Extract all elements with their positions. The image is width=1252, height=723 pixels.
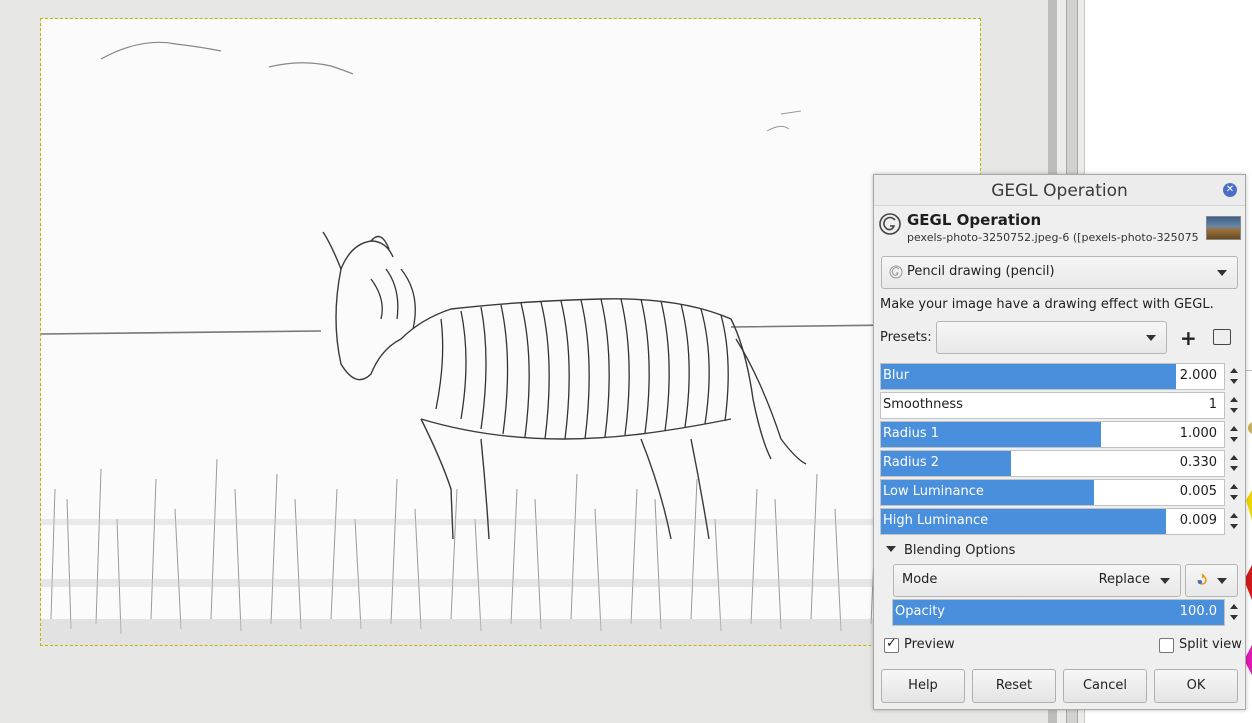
slider-label: High Luminance bbox=[883, 513, 989, 528]
dialog-header: GEGL Operation pexels-photo-3250752.jpeg… bbox=[874, 206, 1245, 252]
expander-arrow-icon bbox=[886, 546, 896, 552]
mode-value: Replace bbox=[1098, 572, 1150, 587]
composite-mode-dropdown[interactable] bbox=[1185, 564, 1238, 597]
mode-label: Mode bbox=[902, 572, 938, 587]
opacity-value: 100.0 bbox=[1179, 604, 1217, 619]
spin-up-icon[interactable] bbox=[1230, 604, 1238, 609]
blending-options-label: Blending Options bbox=[904, 543, 1016, 558]
help-button[interactable]: Help bbox=[881, 669, 965, 703]
spin-buttons[interactable] bbox=[1228, 451, 1240, 476]
add-preset-icon[interactable]: + bbox=[1180, 326, 1197, 350]
slider-high-luminance[interactable]: High Luminance 0.009 bbox=[880, 508, 1238, 535]
spin-down-icon[interactable] bbox=[1230, 495, 1238, 500]
slider-radius-2[interactable]: Radius 2 0.330 bbox=[880, 450, 1238, 477]
spin-down-icon[interactable] bbox=[1230, 615, 1238, 620]
spin-down-icon[interactable] bbox=[1230, 466, 1238, 471]
ok-button[interactable]: OK bbox=[1154, 669, 1238, 703]
preset-menu-icon[interactable] bbox=[1213, 329, 1231, 345]
cancel-button[interactable]: Cancel bbox=[1063, 669, 1147, 703]
header-image-name: pexels-photo-3250752.jpeg-6 ([pexels-pho… bbox=[907, 231, 1199, 244]
slider-label: Radius 1 bbox=[883, 426, 939, 441]
slider-value[interactable]: 1.000 bbox=[1180, 426, 1217, 441]
spin-up-icon[interactable] bbox=[1230, 368, 1238, 373]
opacity-label: Opacity bbox=[895, 604, 946, 619]
slider-value[interactable]: 0.005 bbox=[1180, 484, 1217, 499]
preview-label: Preview bbox=[904, 637, 955, 652]
spin-up-icon[interactable] bbox=[1230, 455, 1238, 460]
spin-up-icon[interactable] bbox=[1230, 484, 1238, 489]
spin-down-icon[interactable] bbox=[1230, 437, 1238, 442]
presets-label: Presets: bbox=[880, 330, 932, 345]
image-thumbnail bbox=[1206, 216, 1241, 240]
gegl-operation-dialog: GEGL Operation ✕ GEGL Operation pexels-p… bbox=[873, 174, 1246, 710]
gegl-small-icon bbox=[889, 265, 903, 279]
chevron-down-icon bbox=[1146, 334, 1156, 341]
dialog-title: GEGL Operation bbox=[991, 181, 1128, 201]
slider-low-luminance[interactable]: Low Luminance 0.005 bbox=[880, 479, 1238, 506]
operation-dropdown[interactable]: Pencil drawing (pencil) bbox=[881, 256, 1238, 289]
spin-down-icon[interactable] bbox=[1230, 379, 1238, 384]
spin-buttons[interactable] bbox=[1228, 364, 1240, 389]
reset-button[interactable]: Reset bbox=[972, 669, 1056, 703]
gegl-icon bbox=[879, 213, 901, 235]
slider-fill bbox=[881, 364, 1176, 389]
slider-smoothness[interactable]: Smoothness 1 bbox=[880, 392, 1238, 419]
chevron-down-icon bbox=[1217, 577, 1227, 584]
zebra-sketch-image bbox=[41, 19, 980, 645]
slider-label: Radius 2 bbox=[883, 455, 939, 470]
reset-mode-icon bbox=[1197, 573, 1207, 585]
chevron-down-icon bbox=[1217, 269, 1227, 276]
operation-description: Make your image have a drawing effect wi… bbox=[880, 297, 1214, 312]
image-canvas[interactable] bbox=[40, 18, 981, 646]
preview-checkbox[interactable] bbox=[884, 636, 899, 653]
spin-buttons[interactable] bbox=[1228, 509, 1240, 534]
opacity-spin[interactable] bbox=[1228, 600, 1240, 625]
spin-buttons[interactable] bbox=[1228, 422, 1240, 447]
spin-up-icon[interactable] bbox=[1230, 513, 1238, 518]
spin-up-icon[interactable] bbox=[1230, 397, 1238, 402]
presets-dropdown[interactable] bbox=[936, 321, 1167, 354]
slider-label: Smoothness bbox=[883, 397, 963, 412]
chevron-down-icon bbox=[1160, 577, 1170, 584]
spin-up-icon[interactable] bbox=[1230, 426, 1238, 431]
split-view-label: Split view bbox=[1179, 637, 1242, 652]
spin-buttons[interactable] bbox=[1228, 480, 1240, 505]
spin-down-icon[interactable] bbox=[1230, 524, 1238, 529]
dialog-titlebar[interactable]: GEGL Operation ✕ bbox=[874, 175, 1245, 206]
close-icon[interactable]: ✕ bbox=[1223, 183, 1237, 197]
slider-blur[interactable]: Blur 2.000 bbox=[880, 363, 1238, 390]
spin-buttons[interactable] bbox=[1228, 393, 1240, 418]
slider-radius-1[interactable]: Radius 1 1.000 bbox=[880, 421, 1238, 448]
operation-label: Pencil drawing (pencil) bbox=[907, 264, 1055, 279]
mode-dropdown[interactable]: Mode Replace bbox=[893, 564, 1181, 597]
split-view-checkbox[interactable] bbox=[1159, 638, 1174, 653]
slider-label: Blur bbox=[883, 368, 910, 383]
slider-label: Low Luminance bbox=[883, 484, 984, 499]
slider-value[interactable]: 2.000 bbox=[1180, 368, 1217, 383]
spin-down-icon[interactable] bbox=[1230, 408, 1238, 413]
header-title: GEGL Operation bbox=[907, 211, 1042, 229]
slider-value[interactable]: 1 bbox=[1209, 397, 1217, 412]
opacity-slider[interactable]: Opacity 100.0 bbox=[892, 599, 1238, 626]
slider-value[interactable]: 0.330 bbox=[1180, 455, 1217, 470]
blending-options-expander[interactable]: Blending Options bbox=[886, 543, 1015, 558]
slider-value[interactable]: 0.009 bbox=[1180, 513, 1217, 528]
